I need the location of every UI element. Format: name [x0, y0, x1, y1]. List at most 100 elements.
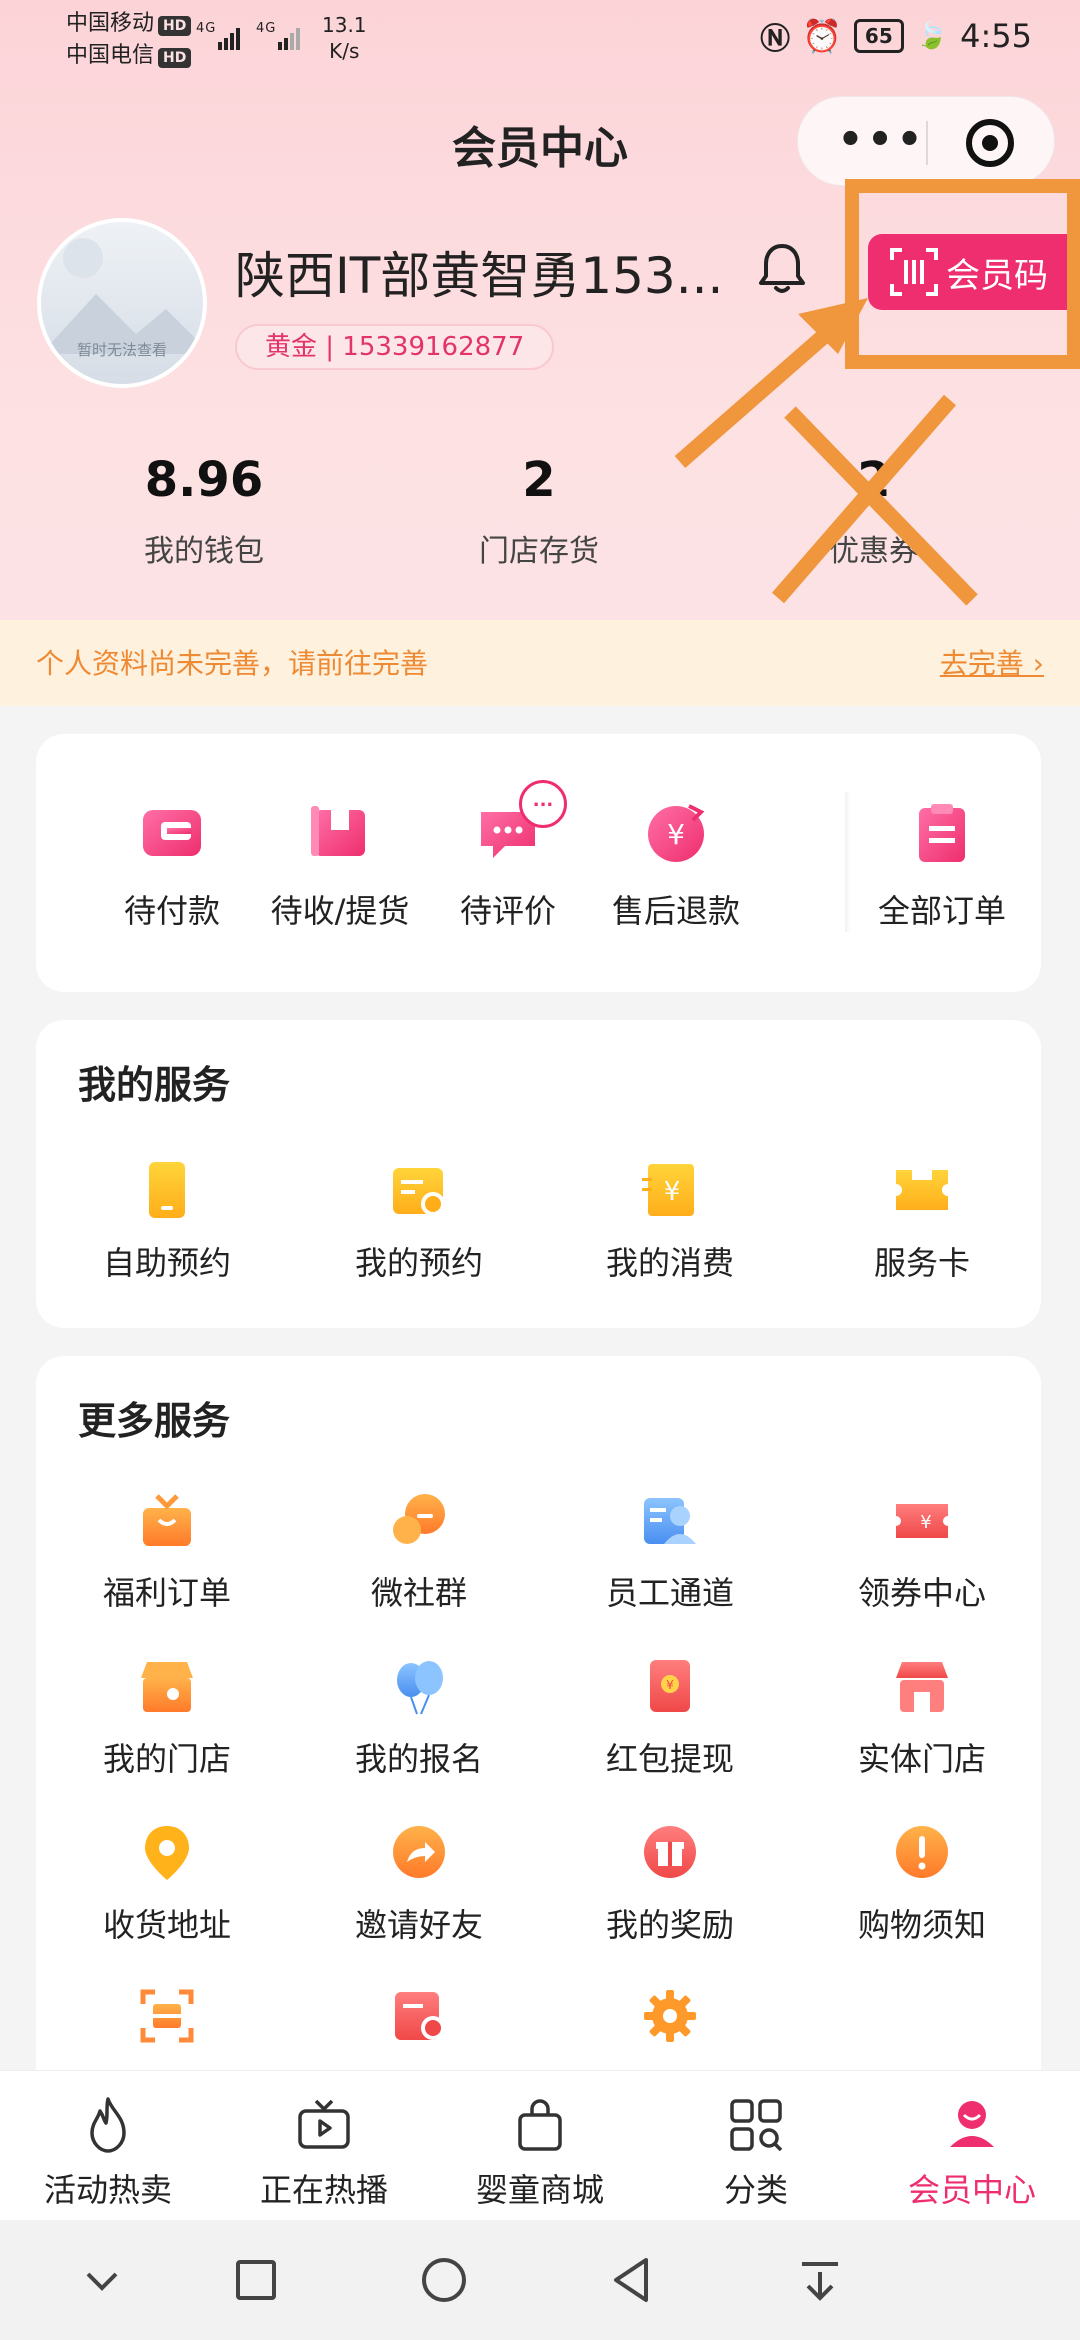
notification-pulldown-icon[interactable] [790, 2250, 850, 2310]
svg-text:4G: 4G [256, 21, 276, 36]
leaf-icon: 🍃 [915, 21, 949, 51]
service-card-list[interactable] [294, 1986, 544, 2046]
bag-icon [510, 2095, 570, 2155]
service-scan[interactable] [42, 1986, 292, 2046]
service-address[interactable]: 收货地址 [42, 1822, 292, 1946]
order-label: 全部订单 [877, 892, 1006, 930]
svg-text:¥: ¥ [666, 1678, 674, 1692]
service-my-appointment[interactable]: 我的预约 [294, 1160, 544, 1284]
avatar-sun [63, 238, 103, 278]
close-target-icon[interactable] [966, 119, 1014, 167]
network-speed: 13.1 K/s [322, 13, 367, 63]
service-physical-store[interactable]: 实体门店 [797, 1656, 1047, 1780]
bell-icon[interactable] [752, 238, 812, 298]
scan-icon [137, 1986, 197, 2046]
more-services-card: 更多服务 福利订单 微社群 员工通道 ¥ 领券中心 我的门店 我的报名 ¥ 红包… [36, 1356, 1041, 2096]
location-icon [137, 1822, 197, 1882]
service-label: 红包提现 [605, 1740, 734, 1778]
tab-hot-sale[interactable]: 活动热卖 [0, 2095, 216, 2211]
stat-wallet[interactable]: 8.96 我的钱包 [74, 452, 334, 570]
tab-label: 会员中心 [907, 2171, 1036, 2209]
svg-text:4G: 4G [196, 21, 216, 36]
service-settings[interactable] [545, 1986, 795, 2046]
tab-baby-mall[interactable]: 婴童商城 [432, 2095, 648, 2211]
avatar[interactable]: 暂时无法查看 [37, 218, 207, 388]
service-label: 服务卡 [873, 1244, 970, 1282]
service-my-consumption[interactable]: ¥ 我的消费 [545, 1160, 795, 1284]
service-label: 微社群 [370, 1574, 467, 1612]
service-shopping-notice[interactable]: 购物须知 [797, 1822, 1047, 1946]
service-my-store[interactable]: 我的门店 [42, 1656, 292, 1780]
package-icon [307, 800, 373, 866]
barcode-scan-icon [890, 248, 938, 296]
carrier-1: 中国移动 [66, 11, 155, 36]
service-red-packet[interactable]: ¥ 红包提现 [545, 1656, 795, 1780]
gear-icon [640, 1986, 700, 2046]
service-label: 员工通道 [605, 1574, 734, 1612]
service-self-appointment[interactable]: 自助预约 [42, 1160, 292, 1284]
service-label: 福利订单 [102, 1574, 231, 1612]
service-label: 收货地址 [102, 1906, 231, 1944]
header-area: 中国移动 HD 中国电信 HD 4G 4G 13.1 K/s Ⓝ ⏰ 65 🍃 4:… [0, 0, 1080, 706]
order-pending-receipt[interactable]: 待收/提货 [250, 800, 430, 932]
service-invite-friends[interactable]: 邀请好友 [294, 1822, 544, 1946]
more-button[interactable]: ••• [832, 115, 932, 165]
carrier-info: 中国移动 HD 中国电信 HD [66, 8, 192, 72]
hd-badge: HD [158, 48, 192, 68]
stat-value: 2 [857, 452, 891, 508]
service-card[interactable]: 服务卡 [797, 1160, 1047, 1284]
order-separator [845, 792, 851, 932]
service-wechat-group[interactable]: 微社群 [294, 1490, 544, 1614]
service-staff-channel[interactable]: 员工通道 [545, 1490, 795, 1614]
bottom-tab-bar: 活动热卖 正在热播 婴童商城 分类 会员中心 [0, 2070, 1080, 2220]
coupon-icon: ¥ [892, 1490, 952, 1550]
card-icon [389, 1986, 449, 2046]
service-my-registration[interactable]: 我的报名 [294, 1656, 544, 1780]
section-title: 更多服务 [78, 1399, 231, 1443]
profile-incomplete-notice[interactable]: 个人资料尚未完善，请前往完善 去完善 › [0, 620, 1080, 706]
stat-value: 2 [522, 452, 556, 508]
avatar-caption: 暂时无法查看 [76, 341, 167, 359]
balloon-icon [389, 1656, 449, 1716]
chat-icon [389, 1490, 449, 1550]
service-label: 我的消费 [605, 1244, 734, 1282]
tab-live[interactable]: 正在热播 [216, 2095, 432, 2211]
tab-label: 婴童商城 [475, 2171, 604, 2209]
order-label: 售后退款 [611, 892, 740, 930]
order-pending-review[interactable]: ... 待评价 [418, 780, 598, 932]
appointment-icon [389, 1160, 449, 1220]
service-label: 购物须知 [857, 1906, 986, 1944]
complete-profile-link[interactable]: 去完善 › [940, 642, 1044, 682]
service-label: 实体门店 [857, 1740, 986, 1778]
service-label: 我的奖励 [605, 1906, 734, 1944]
order-all[interactable]: 全部订单 [852, 800, 1032, 932]
notice-text: 个人资料尚未完善，请前往完善 [36, 647, 429, 680]
order-label: 待评价 [459, 892, 556, 930]
gift-box-icon [137, 1490, 197, 1550]
service-welfare-order[interactable]: 福利订单 [42, 1490, 292, 1614]
tablet-icon [137, 1160, 197, 1220]
home-circle-icon[interactable] [414, 2250, 474, 2310]
share-icon [389, 1822, 449, 1882]
tab-member-center[interactable]: 会员中心 [864, 2095, 1080, 2211]
tab-category[interactable]: 分类 [648, 2095, 864, 2211]
hd-badge: HD [158, 16, 192, 36]
system-nav-bar [0, 2220, 1080, 2340]
chevron-down-icon[interactable] [72, 2250, 132, 2310]
tab-label: 分类 [723, 2171, 788, 2209]
member-code-button[interactable]: 会员码 [868, 234, 1080, 310]
order-refund[interactable]: ¥ 售后退款 [586, 800, 766, 932]
service-my-rewards[interactable]: 我的奖励 [545, 1822, 795, 1946]
stat-coupons[interactable]: 2 优惠券 [744, 452, 1004, 570]
service-label: 我的门店 [102, 1740, 231, 1778]
stat-label: 优惠券 [829, 534, 919, 569]
tv-icon [294, 2095, 354, 2155]
stat-store-stock[interactable]: 2 门店存货 [409, 452, 669, 570]
status-right: Ⓝ ⏰ 65 🍃 4:55 [760, 14, 1032, 58]
back-triangle-icon[interactable] [602, 2250, 662, 2310]
clock: 4:55 [960, 17, 1032, 55]
order-pending-payment[interactable]: 待付款 [82, 800, 262, 932]
service-coupon-center[interactable]: ¥ 领券中心 [797, 1490, 1047, 1614]
recents-square-icon[interactable] [226, 2250, 286, 2310]
wallet-icon [139, 800, 205, 866]
